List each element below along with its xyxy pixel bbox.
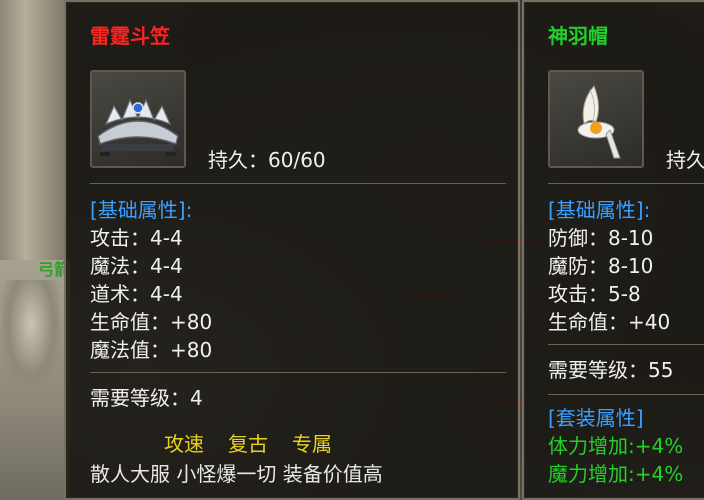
stat-label: 生命值： xyxy=(548,310,628,334)
helmet-icon xyxy=(97,98,179,156)
stat-label: 魔法值： xyxy=(90,338,170,362)
stat-value: +80 xyxy=(170,338,213,362)
durability-label: 持久： xyxy=(208,148,268,172)
stat-value: 4-4 xyxy=(150,226,183,250)
stat-value: 8-10 xyxy=(608,226,654,250)
required-level: 需要等级：55 xyxy=(548,358,673,382)
stat-value: +80 xyxy=(170,310,213,334)
stat-row: 防御：8-10 xyxy=(548,226,653,250)
set-bonus: 体力增加:+4% xyxy=(548,434,684,458)
stat-row: 道术：4-4 xyxy=(90,282,183,306)
item-name: 雷霆斗笠 xyxy=(90,24,170,48)
stat-row: 魔防：8-10 xyxy=(548,254,653,278)
stat-label: 攻击： xyxy=(90,226,150,250)
item-icon-slot[interactable] xyxy=(548,70,644,168)
divider xyxy=(548,183,704,184)
divider xyxy=(90,372,506,373)
stat-value: +40 xyxy=(628,310,671,334)
stat-label: 生命值： xyxy=(90,310,170,334)
stat-row: 攻击：4-4 xyxy=(90,226,183,250)
divider xyxy=(548,344,704,345)
stat-label: 道术： xyxy=(90,282,150,306)
stat-row: 魔法：4-4 xyxy=(90,254,183,278)
stat-row: 生命值：+40 xyxy=(548,310,670,334)
stat-value: 4-4 xyxy=(150,254,183,278)
base-attributes-header: [基础属性]: xyxy=(548,198,651,222)
stat-label: 防御： xyxy=(548,226,608,250)
feather-hat-icon xyxy=(577,85,621,159)
slogan: 散人大服 小怪爆一切 装备价值高 xyxy=(90,462,383,486)
level-label: 需要等级： xyxy=(90,386,190,410)
durability-label: 持久 xyxy=(666,148,704,172)
base-attributes-header: [基础属性]: xyxy=(90,198,193,222)
set-attributes-header: [套装属性] xyxy=(548,406,644,430)
stat-row: 魔法值：+80 xyxy=(90,338,212,362)
durability-value: 60/60 xyxy=(268,148,326,172)
tag: 专属 xyxy=(292,432,332,456)
divider xyxy=(548,394,704,395)
stat-value: 8-10 xyxy=(608,254,654,278)
item-tooltip-right: 神羽帽 持久 [基础属性]: 防御：8-10 魔防：8-10 攻击：5-8 生命… xyxy=(522,0,704,500)
set-bonus: 魔力增加:+4% xyxy=(548,462,684,486)
level-value: 55 xyxy=(648,358,674,382)
level-label: 需要等级： xyxy=(548,358,648,382)
item-icon-slot[interactable] xyxy=(90,70,186,168)
level-value: 4 xyxy=(190,386,203,410)
stat-row: 生命值：+80 xyxy=(90,310,212,334)
stat-label: 魔法： xyxy=(90,254,150,278)
stat-label: 魔防： xyxy=(548,254,608,278)
durability: 持久：60/60 xyxy=(208,148,326,172)
stat-row: 攻击：5-8 xyxy=(548,282,641,306)
stat-label: 攻击： xyxy=(548,282,608,306)
item-tooltip-left: 雷霆斗笠 持久：60/60 [基础属性]: 攻击：4-4 魔法：4-4 道术：4… xyxy=(64,0,520,500)
stat-value: 5-8 xyxy=(608,282,641,306)
stone-pillar xyxy=(0,0,66,260)
divider xyxy=(90,183,506,184)
item-name: 神羽帽 xyxy=(548,24,608,48)
stat-value: 4-4 xyxy=(150,282,183,306)
tag-row: 攻速 复古 专属 xyxy=(164,432,356,456)
tag: 复古 xyxy=(228,432,268,456)
tag: 攻速 xyxy=(164,432,204,456)
required-level: 需要等级：4 xyxy=(90,386,203,410)
statue-sprite xyxy=(2,280,60,390)
